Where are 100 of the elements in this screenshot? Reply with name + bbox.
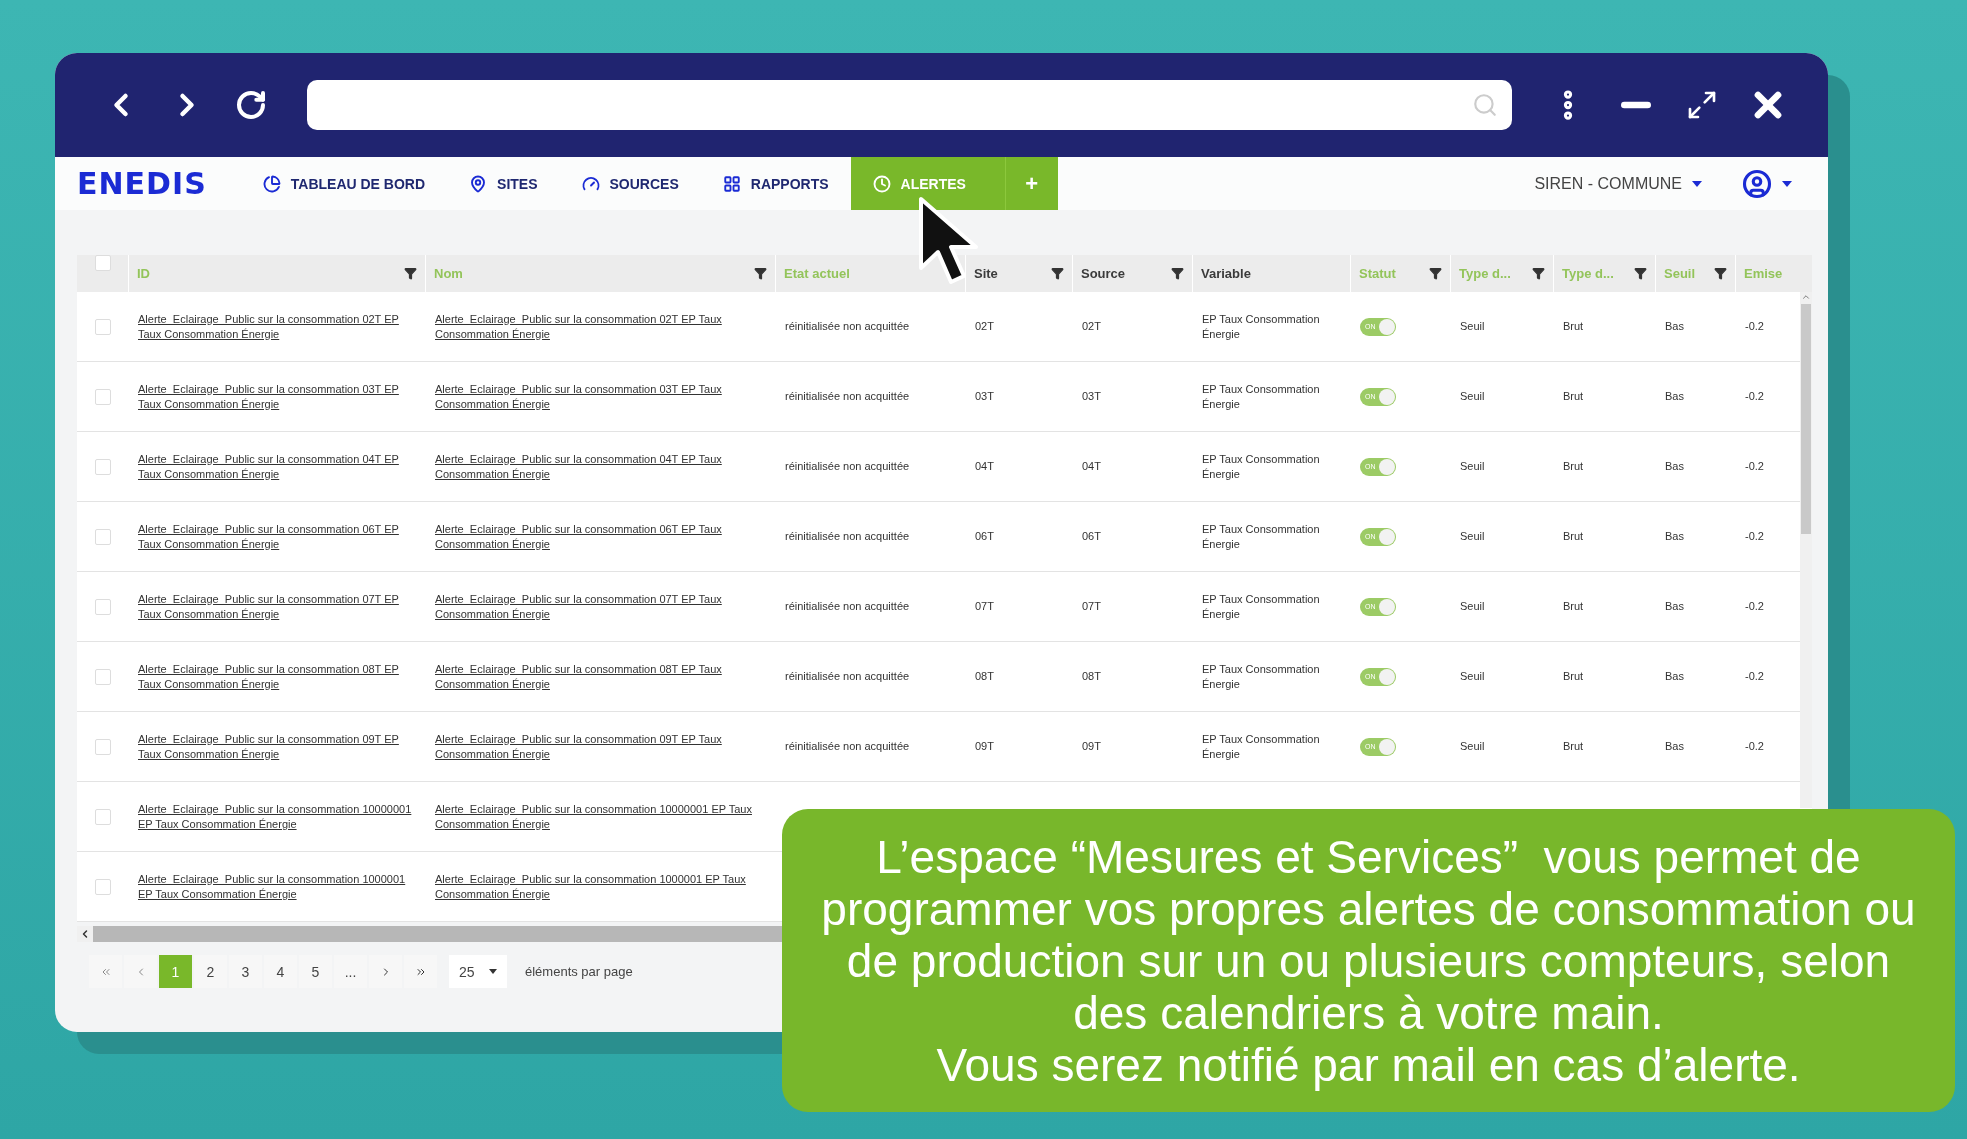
- maximize-icon[interactable]: [1686, 89, 1718, 121]
- threshold-cell-text: Bas: [1664, 319, 1685, 334]
- page-button[interactable]: 4: [264, 955, 297, 988]
- row-checkbox[interactable]: [94, 458, 111, 475]
- type-cell-text: Seuil: [1459, 739, 1486, 754]
- source-cell-text: 03T: [1081, 389, 1102, 404]
- filter-icon[interactable]: [1634, 267, 1647, 280]
- caption-text: Vous serez notifié par mail en cas d’alerte.: [936, 1038, 1801, 1091]
- caret-icon: [489, 969, 497, 974]
- filter-icon[interactable]: [1171, 267, 1184, 280]
- nav-tab[interactable]: SITES: [447, 157, 560, 210]
- row-checkbox[interactable]: [94, 878, 111, 895]
- horizontal-scrollbar[interactable]: [77, 926, 782, 942]
- alert-id-link[interactable]: Alerte_Eclairage_Public sur la consommation 07T EP Taux Consommation Énergie: [128, 591, 425, 622]
- caption-text: L’espace “Mesures et Services” vous permet de programmer vos propres alertes de consommation ou de production sur un ou plusieurs compteurs, selon des calendriers à votre main.: [820, 830, 1917, 1039]
- type-cell-text: Seuil: [1459, 389, 1486, 404]
- alert-id-link[interactable]: Alerte_Eclairage_Public sur la consommation 02T EP Taux Consommation Énergie: [128, 311, 425, 342]
- user-avatar-icon[interactable]: [1742, 168, 1772, 199]
- alert-id-link[interactable]: Alerte_Eclairage_Public sur la consommation 03T EP Taux Consommation Énergie: [128, 381, 425, 412]
- row-checkbox[interactable]: [94, 528, 111, 545]
- type-cell-text: Seuil: [1459, 669, 1486, 684]
- alert-id-link[interactable]: Alerte_Eclairage_Public sur la consommation 10000001 EP Taux Consommation Énergie: [128, 801, 425, 832]
- nav-tab[interactable]: RAPPORTS: [700, 157, 851, 210]
- column-header[interactable]: Variable: [1201, 266, 1251, 281]
- variable-cell-text: EP Taux Consommation Énergie: [1201, 381, 1321, 412]
- type-cell-text: Seuil: [1459, 599, 1486, 614]
- type-cell-text: Brut: [1562, 739, 1585, 754]
- type-cell-text: Seuil: [1459, 319, 1486, 334]
- row-checkbox[interactable]: [94, 598, 111, 615]
- row-checkbox[interactable]: [94, 808, 111, 825]
- reload-icon[interactable]: [235, 89, 267, 121]
- caret-icon: [1692, 180, 1702, 187]
- alert-name-link[interactable]: Alerte_Eclairage_Public sur la consommation 03T EP Taux Consommation Énergie: [425, 381, 775, 412]
- row-checkbox[interactable]: [94, 388, 111, 405]
- page-size-select[interactable]: 25: [449, 955, 507, 988]
- filter-icon[interactable]: [1714, 267, 1727, 280]
- site-cell-text: 07T: [974, 599, 995, 614]
- type-cell-text: Brut: [1562, 669, 1585, 684]
- alert-name-link[interactable]: Alerte_Eclairage_Public sur la consommation 09T EP Taux Consommation Énergie: [425, 731, 775, 762]
- alert-id-link[interactable]: Alerte_Eclairage_Public sur la consommation 06T EP Taux Consommation Énergie: [128, 521, 425, 552]
- site-cell-text: 04T: [974, 459, 995, 474]
- filter-icon[interactable]: [1532, 267, 1545, 280]
- alert-name-link[interactable]: Alerte_Eclairage_Public sur la consommation 1000001 EP Taux Consommation Énergie: [425, 871, 775, 902]
- filter-icon[interactable]: [1051, 267, 1064, 280]
- alert-name-link[interactable]: Alerte_Eclairage_Public sur la consommation 10000001 EP Taux Consommation Énergie: [425, 801, 775, 832]
- alert-id-link[interactable]: Alerte_Eclairage_Public sur la consommation 09T EP Taux Consommation Énergie: [128, 731, 425, 762]
- page-button[interactable]: ...: [334, 955, 367, 988]
- page-button[interactable]: 5: [299, 955, 332, 988]
- source-cell-text: 02T: [1081, 319, 1102, 334]
- type-cell-text: Brut: [1562, 389, 1585, 404]
- page-button[interactable]: 2: [194, 955, 227, 988]
- alert-id-link[interactable]: Alerte_Eclairage_Public sur la consommation 1000001 EP Taux Consommation Énergie: [128, 871, 425, 902]
- value-cell-text: -0.2: [1744, 459, 1765, 474]
- alert-id-link[interactable]: Alerte_Eclairage_Public sur la consommation 08T EP Taux Consommation Énergie: [128, 661, 425, 692]
- source-cell-text: 07T: [1081, 599, 1102, 614]
- source-cell-text: 08T: [1081, 669, 1102, 684]
- type-cell-text: Brut: [1562, 319, 1585, 334]
- value-cell-text: -0.2: [1744, 319, 1765, 334]
- nav-icon: [581, 174, 600, 193]
- state-cell-text: réinitialisée non acquittée: [784, 739, 911, 754]
- row-checkbox[interactable]: [94, 668, 111, 685]
- value-cell-text: -0.2: [1744, 739, 1765, 754]
- select-all-checkbox[interactable]: [94, 255, 111, 271]
- row-checkbox[interactable]: [94, 738, 111, 755]
- state-cell-text: réinitialisée non acquittée: [784, 319, 911, 334]
- filter-icon[interactable]: [754, 267, 767, 280]
- state-cell-text: réinitialisée non acquittée: [784, 389, 911, 404]
- state-cell-text: réinitialisée non acquittée: [784, 459, 911, 474]
- alert-name-link[interactable]: Alerte_Eclairage_Public sur la consommation 06T EP Taux Consommation Énergie: [425, 521, 775, 552]
- row-checkbox[interactable]: [94, 318, 111, 335]
- state-cell-text: réinitialisée non acquittée: [784, 599, 911, 614]
- filter-icon[interactable]: [1429, 267, 1442, 280]
- site-cell-text: 03T: [974, 389, 995, 404]
- alert-name-link[interactable]: Alerte_Eclairage_Public sur la consommation 04T EP Taux Consommation Énergie: [425, 451, 775, 482]
- filter-icon[interactable]: [404, 267, 417, 280]
- variable-cell-text: EP Taux Consommation Énergie: [1201, 311, 1321, 342]
- page-button[interactable]: 3: [229, 955, 262, 988]
- scroll-up-icon[interactable]: [1801, 292, 1811, 302]
- nav-tab[interactable]: SOURCES: [559, 157, 701, 210]
- variable-cell-text: EP Taux Consommation Énergie: [1201, 731, 1321, 762]
- vertical-scrollbar[interactable]: [1800, 292, 1812, 808]
- column-header[interactable]: Site: [974, 266, 998, 281]
- variable-cell-text: EP Taux Consommation Énergie: [1201, 451, 1321, 482]
- alert-name-link[interactable]: Alerte_Eclairage_Public sur la consommation 07T EP Taux Consommation Énergie: [425, 591, 775, 622]
- type-cell-text: Seuil: [1459, 529, 1486, 544]
- alert-name-link[interactable]: Alerte_Eclairage_Public sur la consommation 02T EP Taux Consommation Énergie: [425, 311, 775, 342]
- nav-icon: [469, 174, 488, 193]
- value-cell-text: -0.2: [1744, 669, 1765, 684]
- account-selector[interactable]: SIREN - COMMUNE: [1534, 174, 1682, 193]
- alert-name-link[interactable]: Alerte_Eclairage_Public sur la consommation 08T EP Taux Consommation Énergie: [425, 661, 775, 692]
- alert-id-link[interactable]: Alerte_Eclairage_Public sur la consommation 04T EP Taux Consommation Énergie: [128, 451, 425, 482]
- address-field[interactable]: [307, 80, 1512, 130]
- variable-cell-text: EP Taux Consommation Énergie: [1201, 661, 1321, 692]
- source-cell-text: 04T: [1081, 459, 1102, 474]
- nav-tab[interactable]: TABLEAU DE BORD: [240, 157, 448, 210]
- state-cell-text: réinitialisée non acquittée: [784, 529, 911, 544]
- search-icon: [1472, 92, 1498, 118]
- caret-icon: [1782, 180, 1792, 187]
- column-header[interactable]: Source: [1081, 266, 1126, 281]
- source-cell-text: 06T: [1081, 529, 1102, 544]
